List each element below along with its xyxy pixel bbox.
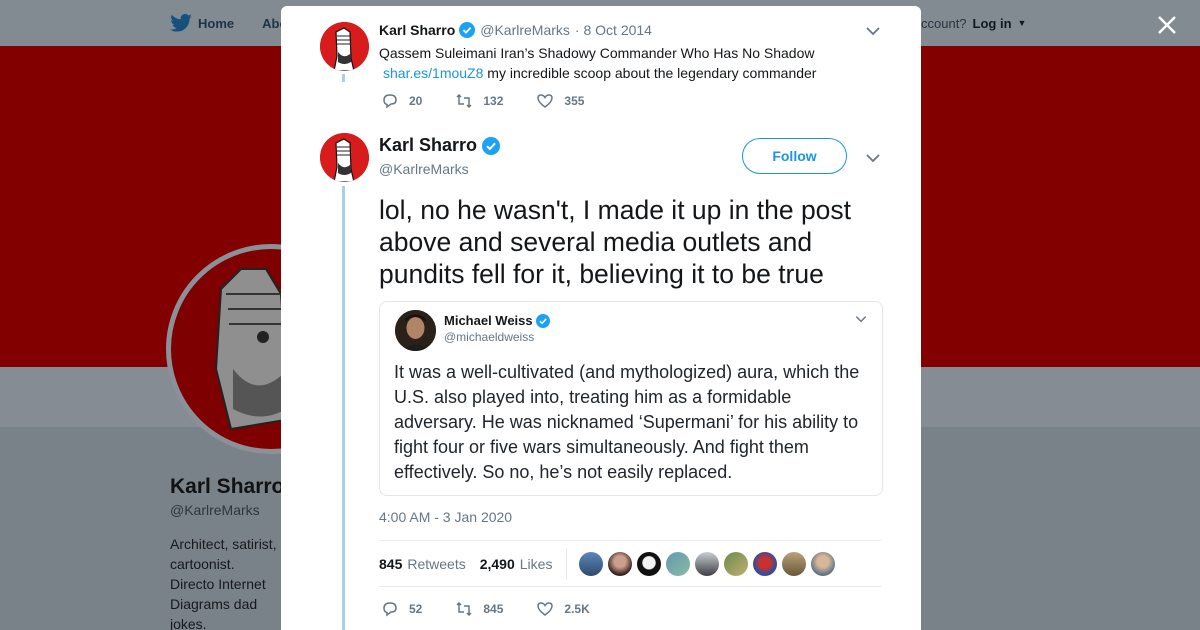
reply-icon — [383, 94, 397, 109]
quoted-author-handle: @michaeldweiss — [444, 330, 535, 344]
like-stat-label[interactable]: Likes — [520, 556, 553, 572]
tweet-stats: 845 Retweets 2,490 Likes — [379, 540, 881, 587]
verified-icon — [535, 313, 550, 328]
quoted-avatar — [395, 310, 436, 351]
avatar[interactable] — [320, 133, 369, 182]
follow-button[interactable]: Follow — [742, 138, 847, 174]
thread-connector — [342, 74, 345, 82]
thread-connector — [342, 186, 345, 630]
caret-down-icon: ▼ — [1017, 18, 1027, 28]
author-name-row: Karl Sharro — [379, 135, 501, 156]
liker-avatar[interactable] — [579, 551, 604, 576]
author-name[interactable]: Karl Sharro — [379, 22, 455, 38]
chevron-down-icon — [855, 316, 867, 323]
tweet-text-line: Qassem Suleimani Iran’s Shadowy Commande… — [379, 45, 815, 61]
quoted-tweet-card[interactable]: Michael Weiss @michaeldweiss It was a we… — [379, 301, 883, 496]
like-icon — [537, 94, 554, 108]
chevron-down-icon[interactable] — [864, 149, 882, 167]
author-handle[interactable]: @KarlreMarks — [379, 161, 469, 177]
tweet-header: Karl Sharro @KarlreMarks · 8 Oct 2014 — [379, 22, 652, 38]
liker-avatar[interactable] — [753, 551, 778, 576]
tweet-date[interactable]: · 8 Oct 2014 — [575, 22, 652, 38]
retweet-count: 845 — [483, 602, 504, 616]
profile-name: Karl Sharro — [170, 475, 285, 498]
close-icon — [1158, 16, 1176, 34]
account-prompt: ccount? — [921, 15, 967, 31]
chevron-down-icon[interactable] — [864, 22, 882, 40]
like-stat-count[interactable]: 2,490 — [480, 556, 515, 572]
account-area: ccount? Log in ▼ — [921, 0, 1026, 46]
reply-count: 20 — [409, 94, 423, 108]
author-name[interactable]: Karl Sharro — [379, 135, 477, 156]
nav-home[interactable]: Home — [170, 14, 234, 32]
nav-home-label: Home — [198, 15, 235, 31]
tweet-modal: Karl Sharro @KarlreMarks · 8 Oct 2014 Qa… — [281, 6, 921, 630]
quoted-author-name-row: Michael Weiss — [444, 313, 550, 328]
top-nav: Home Abo — [170, 0, 287, 46]
tweet-text-continued: my incredible scoop about the legendary … — [487, 65, 817, 81]
reply-icon — [383, 602, 397, 617]
liker-avatar[interactable] — [724, 551, 749, 576]
retweet-stat-count[interactable]: 845 — [379, 556, 402, 572]
cartoon-face-icon — [320, 22, 369, 71]
reply-count: 52 — [409, 602, 423, 616]
stats-divider — [566, 547, 568, 580]
tweet-timestamp[interactable]: 4:00 AM - 3 Jan 2020 — [379, 509, 512, 525]
cartoon-face-icon — [320, 133, 369, 182]
tweet-actions: 20 132 355 — [381, 92, 584, 110]
tweet-actions: 52 845 2.5K — [381, 600, 590, 618]
liker-avatar[interactable] — [695, 551, 720, 576]
reply-button[interactable]: 20 — [381, 92, 422, 110]
tweet-text: Qassem Suleimani Iran’s Shadowy Commande… — [379, 43, 879, 83]
like-button[interactable]: 355 — [536, 92, 584, 110]
retweet-button[interactable]: 132 — [455, 92, 503, 110]
avatar[interactable] — [320, 22, 369, 71]
like-button[interactable]: 2.5K — [536, 600, 590, 618]
quoted-tweet-text: It was a well-cultivated (and mythologiz… — [394, 362, 860, 482]
like-count: 2.5K — [564, 602, 590, 616]
person-photo-icon — [395, 310, 436, 351]
login-link[interactable]: Log in — [973, 16, 1012, 31]
verified-icon — [459, 22, 476, 38]
liker-avatar[interactable] — [811, 551, 836, 576]
liker-avatar[interactable] — [782, 551, 807, 576]
author-handle[interactable]: @KarlreMarks — [480, 22, 570, 38]
twitter-bird-icon — [170, 14, 192, 32]
profile-bio: Architect, satirist, cartoonist. Directo… — [170, 536, 277, 630]
verified-icon — [482, 136, 501, 155]
profile-handle: @KarlreMarks — [170, 502, 260, 518]
liker-avatar[interactable] — [608, 551, 633, 576]
tweet-link[interactable]: shar.es/1mouZ8 — [383, 65, 483, 81]
reply-button[interactable]: 52 — [381, 600, 422, 618]
retweet-stat-label[interactable]: Retweets — [407, 556, 465, 572]
retweet-count: 132 — [483, 94, 504, 108]
like-count: 355 — [564, 94, 585, 108]
quoted-author-name: Michael Weiss — [444, 313, 533, 328]
liker-avatar[interactable] — [666, 551, 691, 576]
liker-avatars — [579, 551, 836, 576]
close-button[interactable] — [1152, 10, 1182, 40]
tweet-text: lol, no he wasn't, I made it up in the p… — [379, 195, 852, 289]
liker-avatar[interactable] — [637, 551, 662, 576]
retweet-icon — [456, 601, 472, 617]
retweet-button[interactable]: 845 — [455, 600, 503, 618]
retweet-icon — [456, 93, 472, 109]
like-icon — [537, 602, 554, 616]
